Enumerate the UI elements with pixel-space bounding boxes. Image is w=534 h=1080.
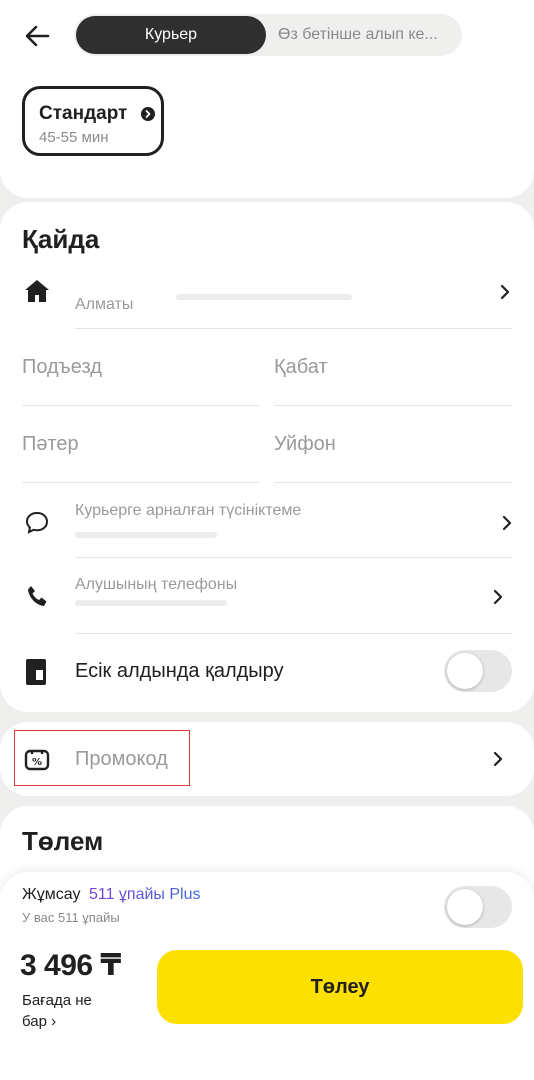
intercom-field[interactable]: Уйфон <box>274 433 336 456</box>
chat-bubble-icon <box>25 511 49 534</box>
tab-courier[interactable]: Курьер <box>76 16 266 54</box>
plus-points-label: 511 ұпайы Plus <box>88 886 201 903</box>
price-details-line-2: бар › <box>22 1013 57 1030</box>
section-title-where: Қайда <box>22 224 100 254</box>
promo-ticket-icon: % <box>24 749 50 771</box>
home-icon <box>25 280 49 302</box>
tariff-standard-card[interactable]: Стандарт 45-55 мин <box>22 86 164 156</box>
tariff-title: Стандарт <box>39 103 128 124</box>
courier-comment-blurred <box>75 532 217 538</box>
toggle-knob <box>447 889 483 925</box>
chevron-right-icon <box>500 284 510 300</box>
tariff-time: 45-55 мин <box>39 129 109 146</box>
chevron-right-icon <box>502 515 512 531</box>
divider <box>274 405 512 406</box>
promo-label: Промокод <box>75 748 168 770</box>
courier-comment-label: Курьерге арналған түсініктеме <box>75 502 302 519</box>
plus-points-toggle[interactable] <box>444 886 512 928</box>
divider <box>22 482 259 483</box>
chevron-right-icon <box>493 589 503 605</box>
recipient-phone-blurred <box>75 600 227 606</box>
back-button[interactable] <box>22 20 54 52</box>
tab-pickup[interactable]: Өз бетінше алып ке... <box>268 16 466 54</box>
total-price: 3 496 ₸ <box>20 949 121 982</box>
phone-icon <box>28 586 47 606</box>
divider <box>75 557 512 558</box>
divider <box>274 482 512 483</box>
spend-points-label: Жұмсау 511 ұпайы Plus <box>22 886 200 904</box>
checkout-bottom-sheet: Жұмсау 511 ұпайы Plus У вас 511 ұпайы 3 … <box>0 872 534 1080</box>
arrow-left-icon <box>25 25 50 47</box>
courier-comment-row[interactable]: Курьерге арналған түсініктеме <box>0 486 534 556</box>
recipient-phone-label: Алушының телефоны <box>75 576 238 593</box>
leave-at-door-toggle[interactable] <box>444 650 512 692</box>
delivery-type-card: Курьер Өз бетінше алып ке... Стандарт 45… <box>0 0 534 198</box>
promo-card: % Промокод <box>0 722 534 796</box>
leave-at-door-label: Есік алдында қалдыру <box>75 660 284 682</box>
floor-field[interactable]: Қабат <box>274 356 328 379</box>
recipient-phone-row[interactable]: Алушының телефоны <box>0 560 534 632</box>
entrance-field[interactable]: Подъезд <box>22 356 102 379</box>
address-city: Алматы <box>75 296 134 313</box>
svg-text:%: % <box>32 757 42 768</box>
divider <box>22 405 259 406</box>
divider <box>75 328 512 329</box>
address-row[interactable]: Алматы <box>0 264 534 330</box>
address-street-blurred <box>176 294 352 300</box>
section-title-payment: Төлем <box>22 826 104 856</box>
price-details-line-1: Бағада не <box>22 992 92 1009</box>
pay-button[interactable]: Төлеу <box>157 950 523 1024</box>
address-card: Қайда Алматы Подъезд Қабат Пәтер Уйфон К… <box>0 202 534 712</box>
promo-row[interactable]: % Промокод <box>0 722 534 796</box>
divider <box>75 633 512 634</box>
toggle-knob <box>447 653 483 689</box>
points-balance-note: У вас 511 ұпайы <box>22 910 120 925</box>
apartment-field[interactable]: Пәтер <box>22 433 79 456</box>
spend-label: Жұмсау <box>22 886 81 903</box>
price-details-link[interactable]: Бағада не бар › <box>22 990 92 1032</box>
chevron-right-icon <box>493 751 503 767</box>
door-icon <box>26 659 46 685</box>
chevron-right-circle-icon[interactable] <box>141 107 155 121</box>
